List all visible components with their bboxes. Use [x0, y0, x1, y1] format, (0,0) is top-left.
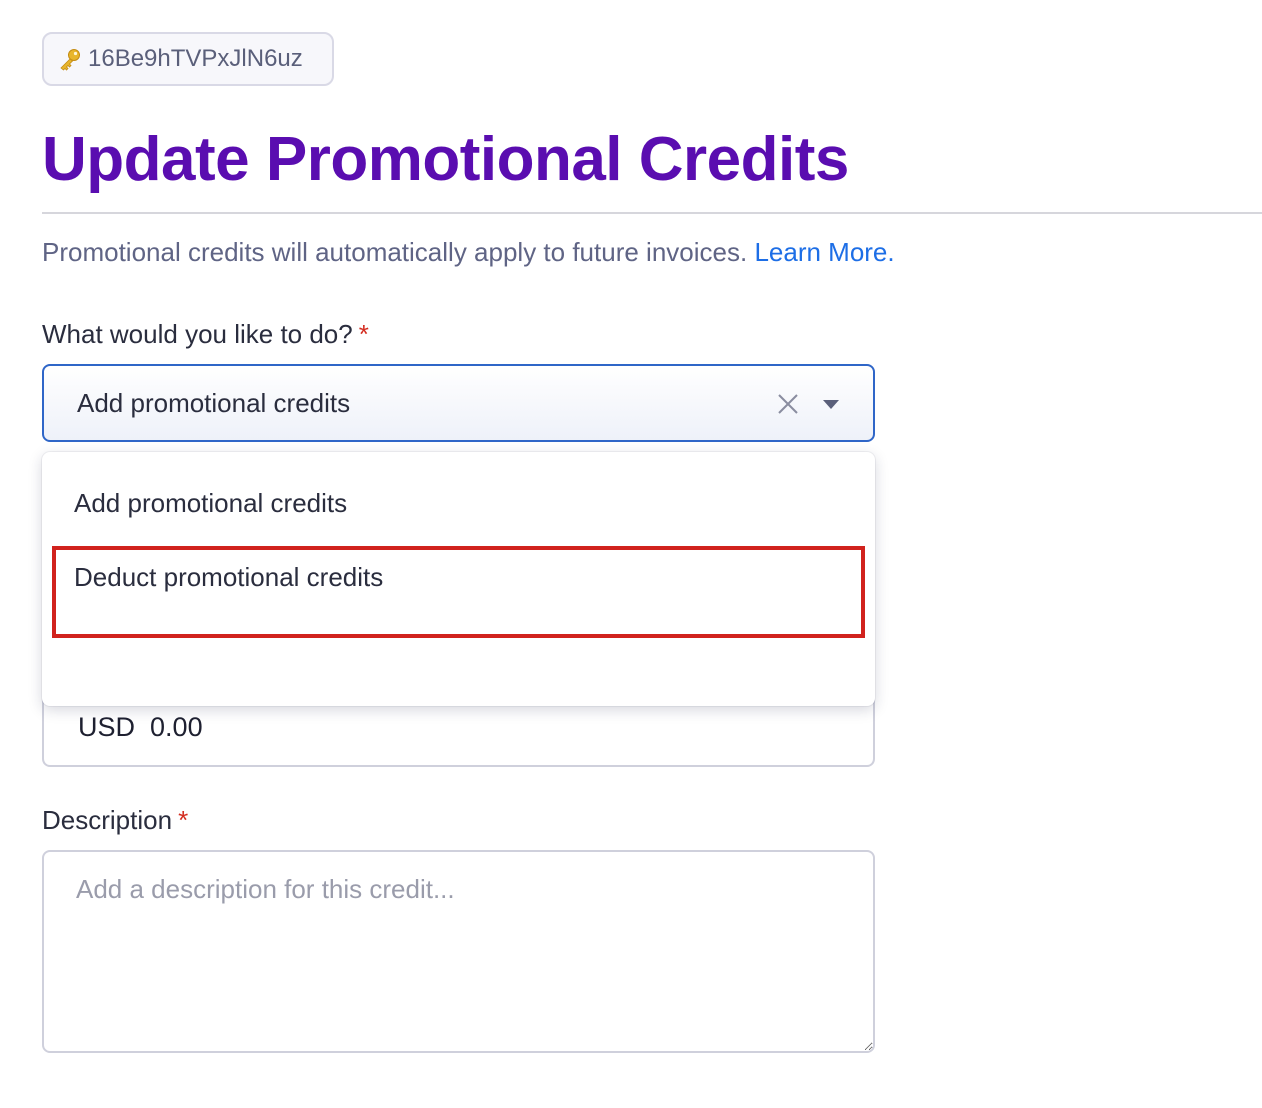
- chevron-down-icon[interactable]: [823, 400, 839, 410]
- key-icon: [60, 49, 80, 71]
- title-divider: [42, 212, 1262, 214]
- action-field-label: What would you like to do? *: [42, 316, 369, 352]
- page: 16Be9hTVPxJlN6uz Update Promotional Cred…: [0, 0, 1262, 1108]
- id-pill[interactable]: 16Be9hTVPxJlN6uz: [42, 32, 334, 86]
- subtitle-text: Promotional credits will automatically a…: [42, 237, 748, 267]
- dropdown-option-deduct[interactable]: Deduct promotional credits: [74, 562, 383, 593]
- required-mark: *: [178, 805, 189, 835]
- id-pill-text: 16Be9hTVPxJlN6uz: [88, 45, 303, 72]
- action-dropdown-menu: Add promotional credits Deduct promotion…: [42, 452, 875, 706]
- description-field-label-text: Description: [42, 805, 173, 835]
- description-textarea[interactable]: [42, 850, 875, 1053]
- action-select[interactable]: Add promotional credits: [42, 364, 875, 442]
- amount-currency: USD: [78, 712, 136, 742]
- amount-number: 0.00: [150, 712, 203, 742]
- description-field-label: Description *: [42, 802, 188, 838]
- subtitle: Promotional credits will automatically a…: [42, 234, 895, 270]
- required-mark: *: [358, 319, 369, 349]
- amount-value: USD 0.00: [78, 712, 203, 743]
- close-icon[interactable]: [777, 393, 799, 415]
- page-title: Update Promotional Credits: [42, 125, 849, 194]
- action-field-label-text: What would you like to do?: [42, 319, 353, 349]
- learn-more-link[interactable]: Learn More.: [754, 237, 894, 267]
- dropdown-option-add[interactable]: Add promotional credits: [74, 488, 347, 519]
- action-select-value: Add promotional credits: [77, 387, 351, 418]
